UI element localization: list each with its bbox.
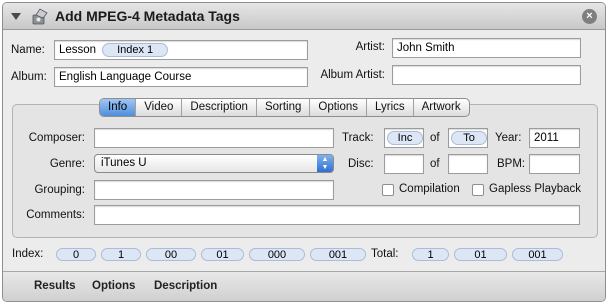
disc-total-field[interactable]: [448, 154, 488, 174]
tab-lyrics[interactable]: Lyrics: [367, 99, 414, 116]
total-token[interactable]: 001: [512, 248, 563, 261]
name-index-token[interactable]: Index 1: [102, 42, 169, 57]
total-token[interactable]: 01: [454, 248, 507, 261]
compilation-label: Compilation: [399, 183, 460, 195]
popup-arrows-icon: ▲ ▼: [317, 155, 333, 172]
index-label: Index:: [12, 248, 44, 260]
disclosure-triangle-icon[interactable]: [11, 13, 21, 20]
track-token[interactable]: Inc: [387, 130, 423, 145]
album-label: Album:: [11, 71, 47, 83]
tab-artwork[interactable]: Artwork: [414, 99, 469, 116]
automator-action-icon: [32, 8, 48, 25]
year-label: Year:: [495, 132, 522, 144]
index-token[interactable]: 0: [56, 248, 96, 261]
track-of-label: of: [430, 132, 440, 144]
comments-label: Comments:: [26, 209, 85, 221]
description-button[interactable]: Description: [154, 280, 217, 292]
name-label: Name:: [11, 44, 45, 56]
genre-popup[interactable]: iTunes U ▲ ▼: [94, 154, 334, 173]
index-token[interactable]: 01: [201, 248, 244, 261]
name-text: Lesson: [59, 44, 97, 56]
compilation-checkbox[interactable]: [382, 184, 394, 196]
tab-sorting[interactable]: Sorting: [257, 99, 311, 116]
index-token[interactable]: 000: [249, 248, 305, 261]
tab-options[interactable]: Options: [310, 99, 368, 116]
index-token[interactable]: 001: [310, 248, 366, 261]
action-panel: Add MPEG-4 Metadata Tags × Name: Lesson I…: [2, 2, 606, 302]
track-total-token[interactable]: To: [451, 130, 487, 145]
bottom-bar: Results Options Description: [3, 271, 605, 301]
genre-label: Genre:: [49, 158, 85, 170]
bpm-label: BPM:: [497, 158, 526, 170]
tab-description[interactable]: Description: [182, 99, 257, 116]
disc-field[interactable]: [384, 154, 424, 174]
total-label: Total:: [371, 248, 399, 260]
composer-field[interactable]: [94, 128, 334, 148]
index-token[interactable]: 00: [146, 248, 196, 261]
comments-field[interactable]: [94, 205, 580, 225]
total-token[interactable]: 1: [412, 248, 449, 261]
name-field[interactable]: Lesson Index 1: [54, 40, 308, 60]
track-field[interactable]: Inc: [384, 128, 424, 148]
index-token[interactable]: 1: [101, 248, 141, 261]
disc-label: Disc:: [348, 158, 374, 170]
album-artist-label: Album Artist:: [320, 69, 385, 81]
results-button[interactable]: Results: [34, 280, 76, 292]
disc-of-label: of: [430, 158, 440, 170]
track-label: Track:: [342, 132, 374, 144]
title-bar: Add MPEG-4 Metadata Tags ×: [3, 3, 605, 30]
year-field[interactable]: 2011: [529, 128, 580, 148]
track-total-field[interactable]: To: [448, 128, 488, 148]
genre-value: iTunes U: [101, 157, 147, 169]
composer-label: Composer:: [28, 132, 85, 144]
tab-info[interactable]: Info: [100, 99, 137, 116]
options-button[interactable]: Options: [92, 280, 135, 292]
artist-field[interactable]: John Smith: [392, 38, 581, 58]
close-icon[interactable]: ×: [582, 9, 597, 24]
tab-bar: Info Video Description Sorting Options L…: [99, 98, 470, 117]
album-field[interactable]: English Language Course: [54, 67, 308, 87]
artist-label: Artist:: [355, 41, 385, 53]
window-title: Add MPEG-4 Metadata Tags: [55, 8, 240, 24]
gapless-playback-label: Gapless Playback: [489, 183, 582, 195]
tab-video[interactable]: Video: [136, 99, 183, 116]
bpm-field[interactable]: [529, 154, 580, 174]
grouping-label: Grouping:: [34, 184, 85, 196]
gapless-playback-checkbox[interactable]: [472, 184, 484, 196]
album-artist-field[interactable]: [392, 65, 581, 85]
grouping-field[interactable]: [94, 180, 334, 200]
